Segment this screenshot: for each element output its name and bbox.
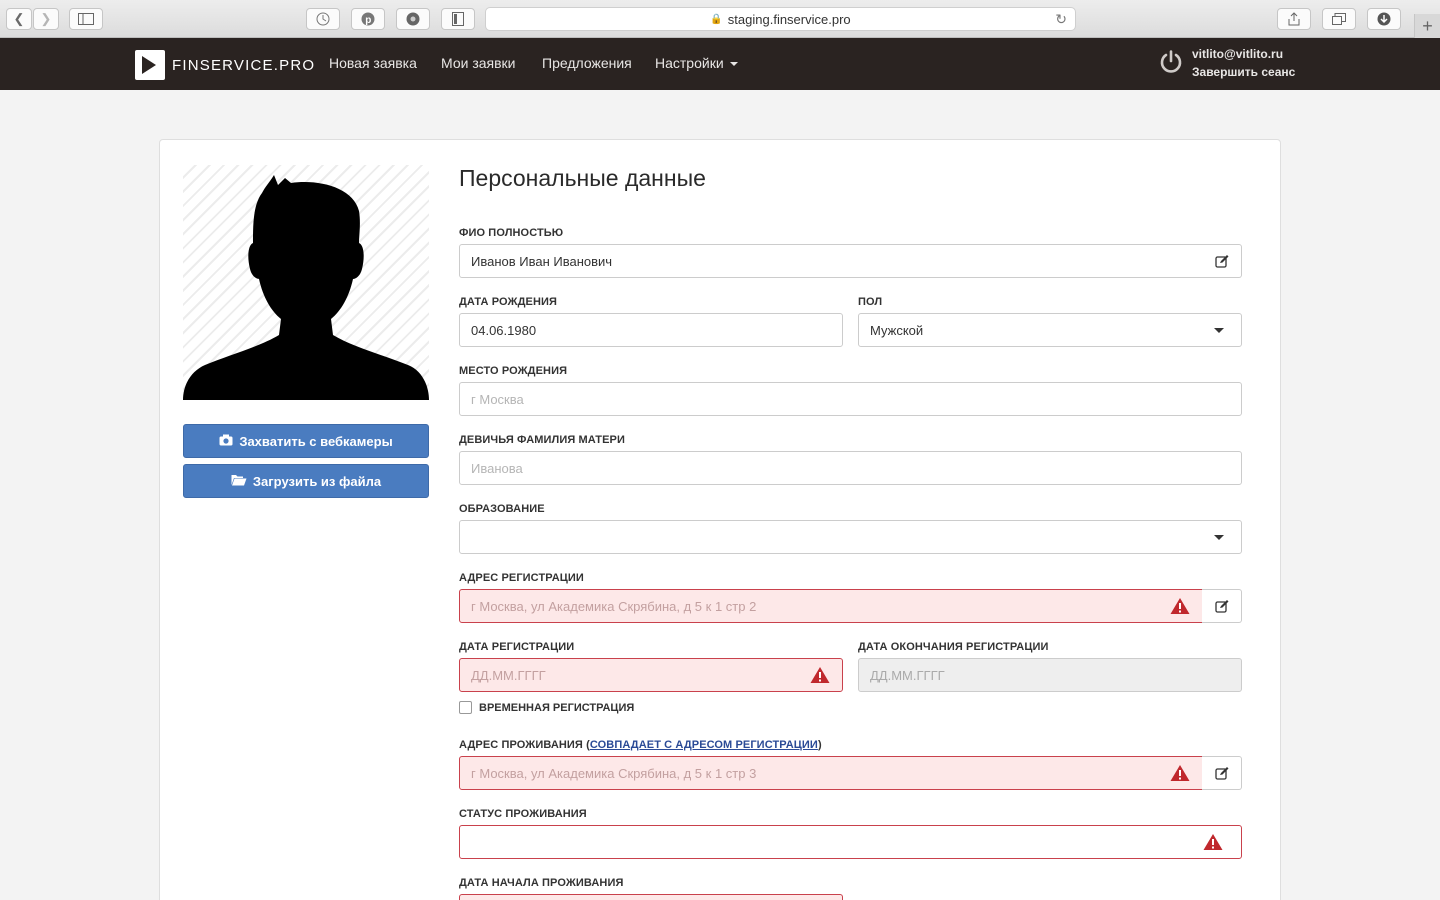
chevron-down-icon [729, 62, 738, 67]
warning-icon [1203, 834, 1223, 850]
live-address-placeholder: г Москва, ул Академика Скрябина, д 5 к 1… [471, 765, 757, 781]
live-address-label: АДРЕС ПРОЖИВАНИЯ (СОВПАДАЕТ С АДРЕСОМ РЕ… [459, 739, 822, 751]
browser-toolbar: ❮ ❯ p 🔒 staging.finservice.pro ↻ + [0, 0, 1440, 38]
reg-address-label: АДРЕС РЕГИСТРАЦИИ [459, 572, 584, 584]
live-address-input[interactable]: г Москва, ул Академика Скрябина, д 5 к 1… [459, 756, 1203, 790]
sidebar-toggle-icon[interactable] [69, 8, 103, 30]
reg-address-placeholder: г Москва, ул Академика Скрябина, д 5 к 1… [471, 598, 757, 614]
user-email[interactable]: vitlito@vitlito.ru [1192, 47, 1283, 61]
live-address-label-text: АДРЕС ПРОЖИВАНИЯ ( [459, 739, 590, 751]
extension-icon[interactable] [396, 8, 430, 30]
logo[interactable]: FINSERVICE.PRO [135, 50, 315, 80]
warning-icon [1170, 765, 1190, 781]
webcam-capture-label: Захватить с вебкамеры [239, 433, 393, 449]
temp-registration-label[interactable]: ВРЕМЕННАЯ РЕГИСТРАЦИЯ [479, 702, 634, 714]
edit-icon [1214, 767, 1228, 780]
birth-place-input[interactable]: г Москва [459, 382, 1242, 416]
same-as-registration-link[interactable]: СОВПАДАЕТ С АДРЕСОМ РЕГИСТРАЦИИ [590, 739, 818, 751]
reg-date-input[interactable]: ДД.ММ.ГГГГ [459, 658, 843, 692]
temp-registration-checkbox[interactable] [459, 701, 472, 714]
gender-value: Мужской [870, 322, 924, 338]
live-start-label: ДАТА НАЧАЛА ПРОЖИВАНИЯ [459, 877, 624, 889]
edit-icon [1214, 255, 1228, 268]
warning-icon [1170, 598, 1190, 614]
warning-icon [810, 667, 830, 683]
nav-my-applications[interactable]: Мои заявки [441, 55, 515, 71]
reg-end-date-input: ДД.ММ.ГГГГ [858, 658, 1242, 692]
logo-text: FINSERVICE.PRO [172, 56, 316, 74]
edit-icon [1214, 600, 1228, 613]
downloads-icon[interactable] [1367, 8, 1401, 30]
gender-select[interactable]: Мужской [858, 313, 1242, 347]
reg-end-date-label: ДАТА ОКОНЧАНИЯ РЕГИСТРАЦИИ [858, 641, 1049, 653]
reg-address-input[interactable]: г Москва, ул Академика Скрябина, д 5 к 1… [459, 589, 1203, 623]
back-icon[interactable]: ❮ [6, 8, 32, 30]
folder-open-icon [231, 474, 247, 489]
reload-icon[interactable]: ↻ [1055, 11, 1067, 28]
birth-date-label: ДАТА РОЖДЕНИЯ [459, 296, 558, 308]
full-name-label: ФИО ПОЛНОСТЬЮ [459, 227, 564, 239]
page-title: Персональные данные [459, 165, 706, 191]
address-bar[interactable]: 🔒 staging.finservice.pro ↻ [485, 7, 1076, 31]
power-icon[interactable] [1158, 49, 1184, 75]
live-address-label-end: ) [817, 739, 822, 751]
full-name-edit-button[interactable] [1202, 244, 1242, 278]
chevron-down-icon [1214, 328, 1224, 333]
mother-maiden-name-input[interactable]: Иванова [459, 451, 1242, 485]
svg-text:p: p [365, 15, 371, 26]
share-icon[interactable] [1277, 8, 1311, 30]
birth-place-label: МЕСТО РОЖДЕНИЯ [459, 365, 568, 377]
avatar-placeholder [183, 165, 429, 400]
education-label: ОБРАЗОВАНИЕ [459, 503, 545, 515]
upload-file-button[interactable]: Загрузить из файла [183, 464, 429, 498]
reader-icon[interactable] [441, 8, 475, 30]
gender-label: ПОЛ [858, 296, 883, 308]
top-navbar: FINSERVICE.PRO Новая заявка Мои заявки П… [0, 38, 1440, 90]
url-text: staging.finservice.pro [727, 11, 851, 27]
forward-icon[interactable]: ❯ [33, 8, 59, 30]
webcam-capture-button[interactable]: Захватить с вебкамеры [183, 424, 429, 458]
birth-date-input[interactable]: 04.06.1980 [459, 313, 843, 347]
tabs-overview-icon[interactable] [1322, 8, 1356, 30]
education-select[interactable] [459, 520, 1242, 554]
upload-file-label: Загрузить из файла [252, 473, 382, 489]
mother-maiden-name-label: ДЕВИЧЬЯ ФАМИЛИЯ МАТЕРИ [459, 434, 625, 446]
reg-date-placeholder: ДД.ММ.ГГГГ [471, 667, 546, 683]
new-tab-icon[interactable]: + [1414, 14, 1440, 38]
live-status-label: СТАТУС ПРОЖИВАНИЯ [459, 808, 587, 820]
person-silhouette-icon [183, 175, 429, 400]
live-start-input[interactable] [459, 894, 843, 900]
reg-date-label: ДАТА РЕГИСТРАЦИИ [459, 641, 575, 653]
logout-link[interactable]: Завершить сеанс [1192, 65, 1295, 79]
logo-icon [135, 50, 165, 80]
reg-address-edit-button[interactable] [1202, 589, 1242, 623]
live-status-select[interactable] [459, 825, 1242, 859]
history-icon[interactable] [306, 8, 340, 30]
nav-settings-label: Настройки [655, 55, 724, 71]
chevron-down-icon [1214, 535, 1224, 540]
live-address-edit-button[interactable] [1202, 756, 1242, 790]
lock-icon: 🔒 [710, 13, 723, 25]
nav-offers[interactable]: Предложения [542, 55, 632, 71]
full-name-input[interactable]: Иванов Иван Иванович [459, 244, 1203, 278]
camera-icon [219, 434, 233, 449]
nav-new-application[interactable]: Новая заявка [329, 55, 417, 71]
nav-settings[interactable]: Настройки [655, 55, 738, 71]
pinterest-icon[interactable]: p [351, 8, 385, 30]
